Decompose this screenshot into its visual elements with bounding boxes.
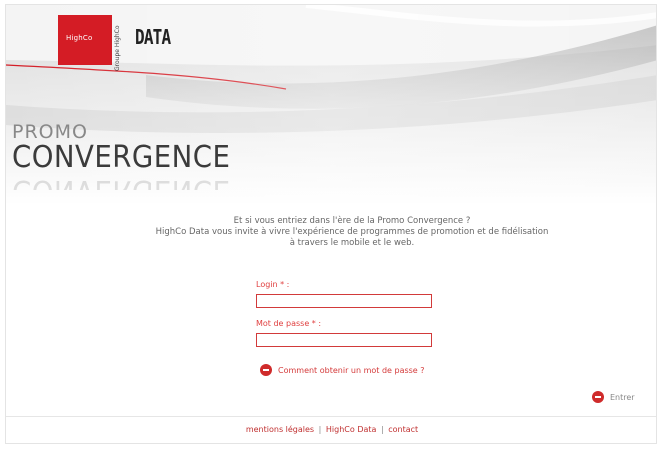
login-page: HighCo Groupe HighCo DATA PROMO CONVERGE… bbox=[5, 4, 657, 444]
red-circle-icon bbox=[592, 391, 604, 403]
login-input[interactable] bbox=[256, 294, 432, 308]
contact-link[interactable]: contact bbox=[388, 425, 418, 434]
highco-logo[interactable]: HighCo bbox=[58, 15, 112, 65]
password-input[interactable] bbox=[256, 333, 432, 347]
login-form: Login * : Mot de passe * : bbox=[256, 279, 446, 357]
password-label: Mot de passe * : bbox=[256, 319, 322, 328]
legal-link[interactable]: mentions légales bbox=[246, 425, 314, 434]
footer-separator: | bbox=[380, 425, 384, 434]
intro-line: à travers le mobile et le web. bbox=[289, 238, 415, 248]
enter-button[interactable]: Entrer bbox=[592, 390, 635, 404]
get-password-link[interactable]: Comment obtenir un mot de passe ? bbox=[260, 363, 425, 377]
highco-data-link[interactable]: HighCo Data bbox=[326, 425, 377, 434]
enter-label: Entrer bbox=[610, 392, 635, 402]
convergence-title: CONVERGENCE bbox=[12, 140, 231, 175]
footer-separator: | bbox=[318, 425, 322, 434]
login-label: Login * : bbox=[256, 280, 290, 289]
get-password-text: Comment obtenir un mot de passe ? bbox=[278, 365, 425, 375]
intro-text: Et si vous entriez dans l'ère de la Prom… bbox=[46, 216, 656, 249]
logo-vertical-text: Groupe HighCo bbox=[114, 25, 121, 71]
intro-line: HighCo Data vous invite à vivre l'expéri… bbox=[155, 227, 549, 237]
footer-divider bbox=[6, 416, 656, 417]
logo-text: HighCo bbox=[66, 34, 93, 42]
red-circle-icon bbox=[260, 364, 272, 376]
footer-links: mentions légales | HighCo Data | contact bbox=[6, 425, 656, 434]
intro-line: Et si vous entriez dans l'ère de la Prom… bbox=[233, 216, 471, 226]
data-wordmark: DATA bbox=[135, 25, 171, 49]
header-banner: HighCo Groupe HighCo DATA PROMO CONVERGE… bbox=[6, 5, 656, 205]
